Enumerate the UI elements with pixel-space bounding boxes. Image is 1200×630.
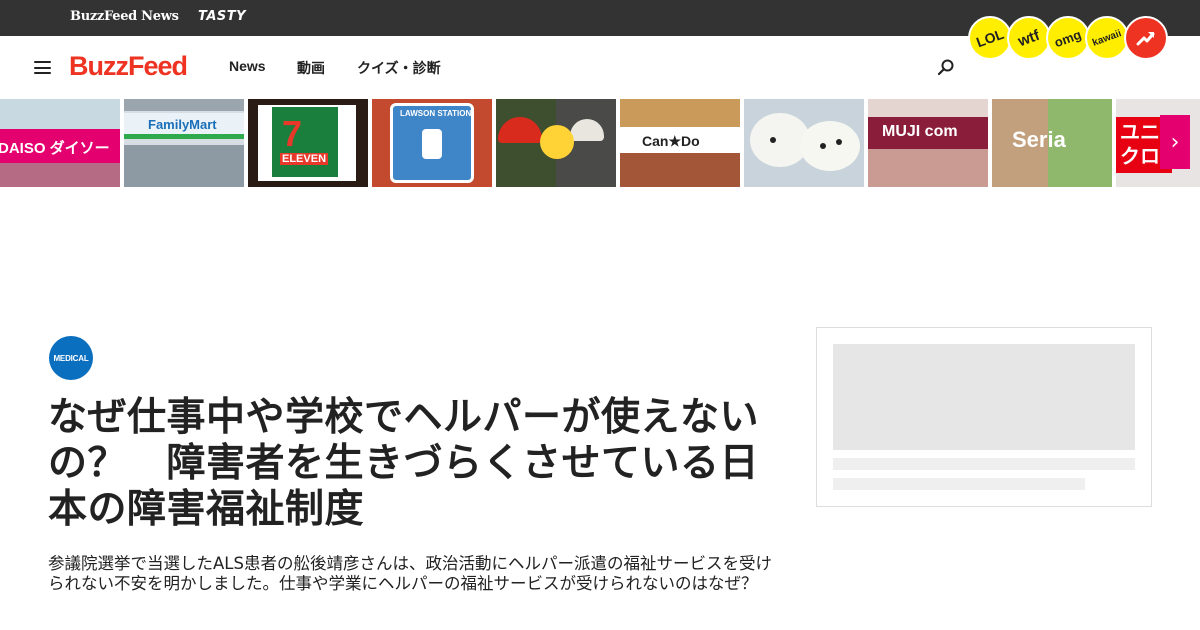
badge-wtf[interactable]: wtf <box>1007 16 1051 60</box>
badge-lol-label: LOL <box>974 25 1006 51</box>
hamburger-menu-icon[interactable] <box>34 61 51 74</box>
search-icon[interactable] <box>936 58 956 78</box>
badge-omg[interactable]: omg <box>1046 16 1090 60</box>
thumbnail-strip: DAISO ダイソー FamilyMart 7 ELEVEN LAWSON ST… <box>0 99 1200 187</box>
skeleton-line <box>833 458 1135 470</box>
thumbnail-cando-label: Can★Do <box>642 133 700 149</box>
thumbnail-daiso-label: DAISO ダイソー <box>0 140 110 157</box>
tasty-link[interactable]: TASTY <box>198 9 246 24</box>
thumbnail-muji[interactable]: MUJI com <box>868 99 988 187</box>
thumbnail-mushroom[interactable] <box>496 99 616 187</box>
thumbnail-seria[interactable]: Seria <box>992 99 1112 187</box>
skeleton-line <box>833 478 1085 490</box>
category-badge[interactable]: MEDICAL <box>49 336 93 380</box>
thumbnail-familymart-label: FamilyMart <box>148 117 217 132</box>
thumbnail-seven-eleven[interactable]: 7 ELEVEN <box>248 99 368 187</box>
badge-omg-label: omg <box>1052 26 1084 50</box>
nav-link-quiz[interactable]: クイズ・診断 <box>357 58 441 78</box>
nav-link-video[interactable]: 動画 <box>297 58 325 78</box>
thumbnail-mochi[interactable] <box>744 99 864 187</box>
chevron-right-icon: › <box>1170 129 1180 155</box>
thumbnail-next-button[interactable]: › <box>1160 115 1190 169</box>
thumbnail-familymart[interactable]: FamilyMart <box>124 99 244 187</box>
badge-wtf-label: wtf <box>1015 26 1043 50</box>
thumbnail-lawson-label: LAWSON STATION <box>400 109 472 118</box>
badge-lol[interactable]: LOL <box>968 16 1012 60</box>
article-dek: 参議院選挙で当選したALS患者の舩後靖彦さんは、政治活動にヘルパー派遣の福祉サー… <box>48 554 772 593</box>
thumbnail-daiso[interactable]: DAISO ダイソー <box>0 99 120 187</box>
badge-kawaii[interactable]: kawaii <box>1085 16 1129 60</box>
article-headline: なぜ仕事中や学校でヘルパーが使えないの？ 障害者を生きづらくさせている日本の障害… <box>48 395 760 532</box>
thinking-face-emoji <box>540 125 574 159</box>
sidebar-placeholder-card <box>816 327 1152 507</box>
badge-kawaii-label: kawaii <box>1091 27 1123 49</box>
main-nav: BuzzFeed News 動画 クイズ・診断 LOL wtf omg kawa… <box>0 16 1200 98</box>
thumbnail-muji-label: MUJI com <box>882 123 958 140</box>
trending-badge[interactable] <box>1124 16 1168 60</box>
thumbnail-seria-label: Seria <box>1012 127 1066 152</box>
buzzfeed-news-link[interactable]: BuzzFeed News <box>70 9 179 24</box>
thumbnail-cando[interactable]: Can★Do <box>620 99 740 187</box>
skeleton-image <box>833 344 1135 450</box>
thumbnail-seven-eleven-label: ELEVEN <box>280 153 329 165</box>
trending-arrow-icon <box>1136 32 1155 46</box>
buzzfeed-logo[interactable]: BuzzFeed <box>69 51 188 82</box>
thumbnail-lawson[interactable]: LAWSON STATION <box>372 99 492 187</box>
nav-link-news[interactable]: News <box>229 58 266 74</box>
